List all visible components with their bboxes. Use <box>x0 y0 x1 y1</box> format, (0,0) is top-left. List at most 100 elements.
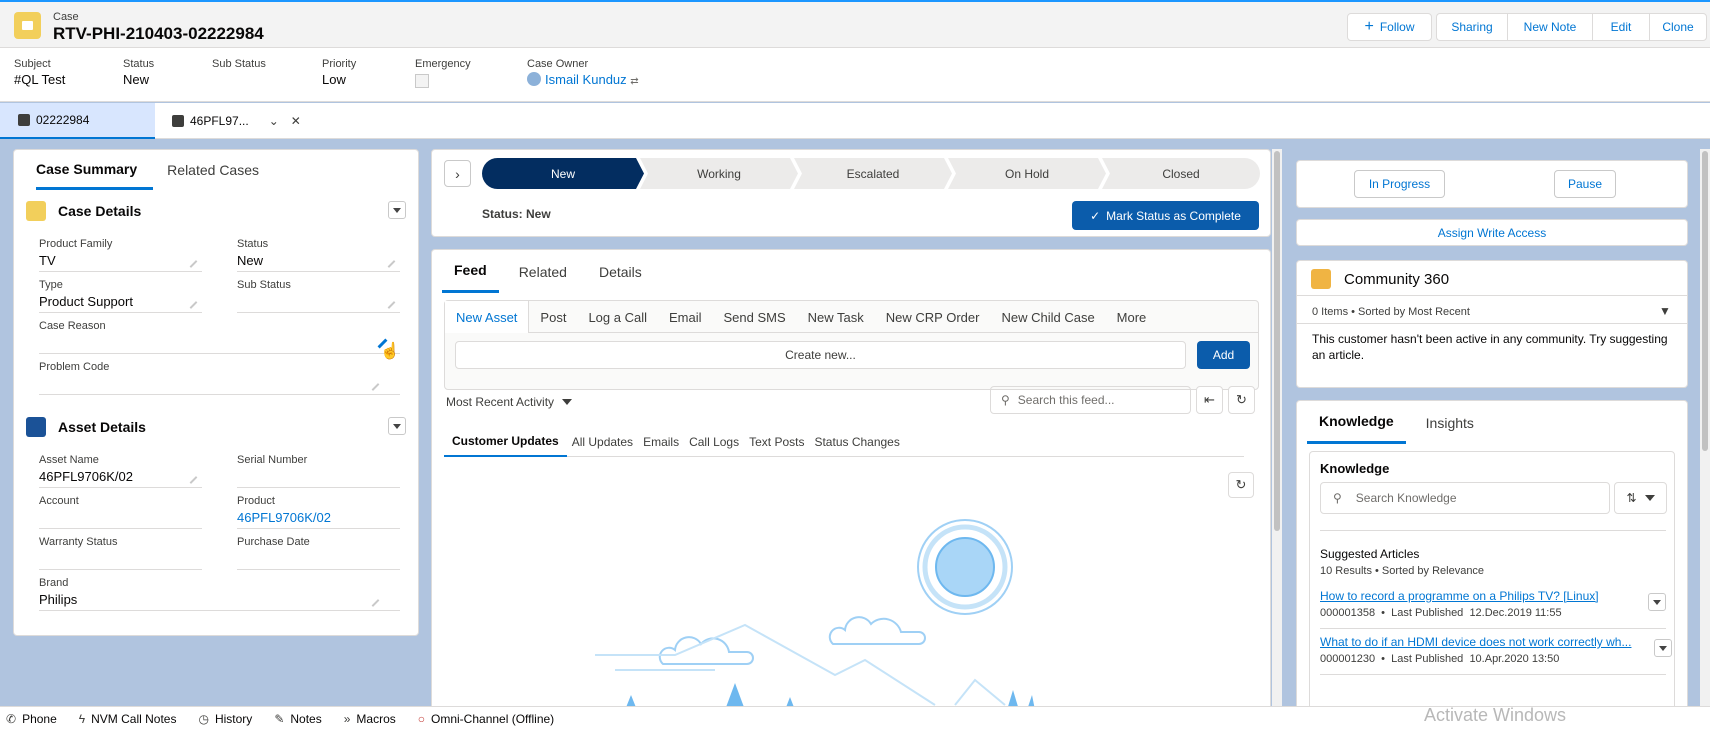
tab-related[interactable]: Related <box>507 250 579 293</box>
sharing-button[interactable]: Sharing <box>1436 13 1507 41</box>
tab-feed[interactable]: Feed <box>442 250 499 293</box>
action-new-child-case[interactable]: New Child Case <box>990 301 1105 333</box>
utility-macros[interactable]: » Macros <box>344 712 396 726</box>
path-stage-new[interactable]: New <box>482 158 644 189</box>
assign-write-access-button[interactable]: Assign Write Access <box>1296 219 1688 246</box>
product-link[interactable]: 46PFL9706K/02 <box>237 510 400 525</box>
case-owner-link[interactable]: Ismail Kunduz <box>545 72 627 87</box>
close-icon[interactable]: ✕ <box>291 114 301 128</box>
action-email[interactable]: Email <box>658 301 713 333</box>
path-stage-escalated[interactable]: Escalated <box>794 158 952 189</box>
account-field: Account <box>39 495 202 529</box>
follow-button[interactable]: + Follow <box>1347 13 1432 41</box>
status-actions-card: In Progress Pause <box>1296 160 1688 208</box>
action-post[interactable]: Post <box>529 301 577 333</box>
community-empty-text: This customer hasn't been active in any … <box>1312 332 1668 362</box>
filter-status-changes[interactable]: Status Changes <box>809 427 904 457</box>
section-menu-button[interactable] <box>388 201 406 219</box>
utility-history[interactable]: ◷ History <box>198 712 252 726</box>
edit-icon[interactable] <box>387 301 396 309</box>
refresh-feed-button[interactable]: ↻ <box>1228 386 1255 414</box>
action-send-sms[interactable]: Send SMS <box>713 301 797 333</box>
search-icon: ⚲ <box>1333 491 1342 505</box>
filter-all-updates[interactable]: All Updates <box>567 427 638 457</box>
path-toggle-button[interactable]: › <box>444 160 471 187</box>
action-buttons: Sharing New Note Edit Clone <box>1436 13 1707 41</box>
collapse-icon: ⇤ <box>1204 392 1215 407</box>
in-progress-button[interactable]: In Progress <box>1354 170 1445 198</box>
subtab-asset[interactable]: 46PFL97... ⌄ ✕ <box>160 103 305 139</box>
utility-notes[interactable]: ✎ Notes <box>274 712 321 726</box>
mark-status-complete-button[interactable]: ✓ Mark Status as Complete <box>1072 201 1259 230</box>
article-menu-button[interactable] <box>1648 593 1666 611</box>
brand-field: Brand Philips <box>39 577 400 611</box>
add-button[interactable]: Add <box>1197 341 1250 369</box>
object-label: Case <box>53 11 79 23</box>
offline-status-icon: ○ <box>417 712 426 726</box>
utility-omni-channel[interactable]: ○ Omni-Channel (Offline) <box>418 712 554 726</box>
create-new-button[interactable]: Create new... <box>455 341 1186 369</box>
community-meta: 0 Items • Sorted by Most Recent <box>1312 306 1470 318</box>
caret-down-icon <box>562 399 573 405</box>
tab-details[interactable]: Details <box>587 250 654 293</box>
section-menu-button[interactable] <box>388 417 406 435</box>
type-field: Type Product Support <box>39 279 202 313</box>
clone-button[interactable]: Clone <box>1649 13 1707 41</box>
asset-icon <box>26 417 46 437</box>
action-log-a-call[interactable]: Log a Call <box>577 301 658 333</box>
current-status-label: Status: New <box>482 207 551 221</box>
asset-details-header[interactable]: Asset Details <box>26 415 406 439</box>
tab-case-summary[interactable]: Case Summary <box>36 150 154 190</box>
empty-feed-illustration <box>595 519 1035 710</box>
edit-button[interactable]: Edit <box>1592 13 1649 41</box>
case-details-header[interactable]: Case Details <box>26 199 406 223</box>
asset-name-field: Asset Name 46PFL9706K/02 <box>39 454 202 488</box>
right-scrollbar[interactable] <box>1700 149 1710 709</box>
utility-phone[interactable]: ✆ Phone <box>6 712 57 726</box>
feed-search-input[interactable]: ⚲ Search this feed... <box>990 386 1191 414</box>
chevron-down-icon[interactable]: ⌄ <box>269 114 279 128</box>
filter-customer-updates[interactable]: Customer Updates <box>444 427 567 457</box>
page-title: RTV-PHI-210403-02222984 <box>53 24 264 43</box>
priority-field: Priority Low <box>322 58 357 87</box>
action-more[interactable]: More <box>1106 301 1158 333</box>
sort-dropdown[interactable]: Most Recent Activity <box>446 395 573 409</box>
emergency-field: Emergency <box>415 58 471 88</box>
new-note-button[interactable]: New Note <box>1507 13 1592 41</box>
refresh-list-button[interactable]: ↻ <box>1228 472 1254 498</box>
clock-icon: ◷ <box>198 712 209 726</box>
chevron-right-icon: › <box>455 165 460 182</box>
tab-related-cases[interactable]: Related Cases <box>167 150 275 190</box>
knowledge-search-input[interactable]: ⚲ Search Knowledge <box>1320 482 1610 514</box>
notes-icon: ✎ <box>274 712 285 726</box>
center-scrollbar[interactable] <box>1272 149 1282 709</box>
utility-nvm-call-notes[interactable]: ϟ NVM Call Notes <box>79 712 177 726</box>
filter-text-posts[interactable]: Text Posts <box>744 427 809 457</box>
case-icon <box>14 12 41 39</box>
edit-icon[interactable] <box>371 383 380 391</box>
avatar <box>527 72 541 86</box>
suggested-title: Suggested Articles <box>1320 547 1420 561</box>
article-link[interactable]: How to record a programme on a Philips T… <box>1320 589 1666 603</box>
subtab-case[interactable]: 02222984 <box>0 103 155 139</box>
tab-knowledge[interactable]: Knowledge <box>1307 401 1406 444</box>
knowledge-title: Knowledge <box>1320 461 1390 476</box>
collapse-all-button[interactable]: ⇤ <box>1196 386 1223 414</box>
filter-call-logs[interactable]: Call Logs <box>684 427 744 457</box>
sort-articles-button[interactable]: ⇅ <box>1614 482 1667 514</box>
path-stage-working[interactable]: Working <box>640 158 798 189</box>
path-stage-closed[interactable]: Closed <box>1102 158 1260 189</box>
action-new-crp-order[interactable]: New CRP Order <box>875 301 991 333</box>
pause-button[interactable]: Pause <box>1554 170 1616 198</box>
change-owner-icon[interactable]: ⇄ <box>630 76 638 87</box>
article-menu-button[interactable] <box>1654 639 1672 657</box>
filter-icon[interactable]: ▼ <box>1659 304 1671 318</box>
publisher-actions: New Asset Post Log a Call Email Send SMS… <box>445 301 1258 333</box>
emergency-checkbox[interactable] <box>415 74 429 88</box>
action-new-task[interactable]: New Task <box>797 301 875 333</box>
article-link[interactable]: What to do if an HDMI device does not wo… <box>1320 635 1666 649</box>
tab-insights[interactable]: Insights <box>1416 401 1484 444</box>
path-stage-on-hold[interactable]: On Hold <box>948 158 1106 189</box>
action-new-asset[interactable]: New Asset <box>445 301 530 333</box>
filter-emails[interactable]: Emails <box>638 427 684 457</box>
